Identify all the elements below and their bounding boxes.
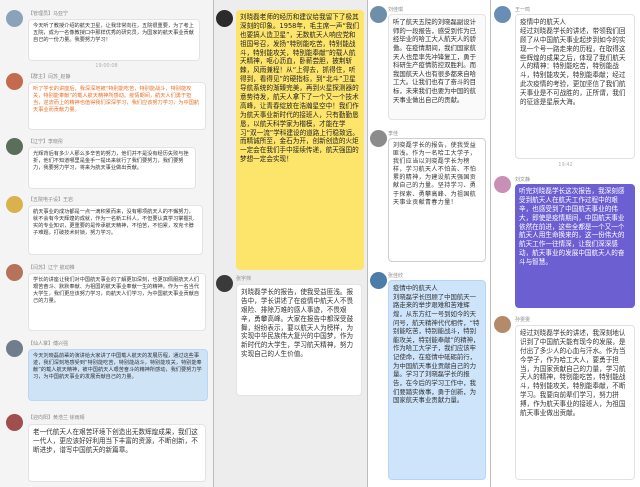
avatar[interactable] bbox=[6, 196, 23, 213]
avatar[interactable] bbox=[216, 10, 233, 27]
chat-message: 张宇帅 刘晓磊学长的报告，使我受益匪浅。报告中，学长讲述了在疫情中航天人不畏艰险… bbox=[214, 273, 367, 483]
sender-name: 李佳 bbox=[388, 131, 399, 137]
message-bubble: 今天听了教授介绍的航天卫星，让我非常向往，五院很重要，为了考上五院，成为一名像教… bbox=[28, 19, 200, 61]
chat-message: 【五院电子设】王岩 航天事业的成功都是一点一滴积累而来，没有哪项航天人的不懈努力… bbox=[0, 194, 213, 258]
message-bubble: 老一代航天人在艰苦环境下创造出无数辉煌成果，我们这一代人，更应该好好利用当下丰富… bbox=[28, 424, 206, 482]
chat-panel-4[interactable]: 王一鸣 疫情中的航天人 经过刘晓磊学长的讲述，带领我们回顾了从中国航天事业起步到… bbox=[491, 0, 640, 487]
sender-name: 孙雯雯 bbox=[515, 317, 531, 323]
message-bubble: 听完刘晓磊学长这次报告，我深刻感受到航天人在航天工作过程中的艰辛，也感受到了中国… bbox=[515, 184, 635, 308]
avatar[interactable] bbox=[494, 316, 511, 333]
sender-name: 张宇帅 bbox=[236, 276, 252, 282]
chat-message: 【群主】闫苏_赵静 听了学长的讲座后，我深深地被“特别能吃苦，特别能战斗，特别能… bbox=[0, 71, 213, 131]
sender-name: 【仙人掌】傅兴强 bbox=[28, 341, 69, 347]
avatar[interactable] bbox=[6, 264, 23, 281]
avatar[interactable] bbox=[6, 138, 23, 155]
sender-name: 【辽宁】李晓彤 bbox=[28, 139, 64, 145]
chat-panel-3[interactable]: 刘佳琪 听了航天五院的刘晓磊副设计师的一段报告，感受到作为已经毕业的哈工大人航天… bbox=[368, 0, 490, 487]
chat-message: 孙雯雯 经过刘晓磊学长的讲述，我深刻地认识到了中国航天能有现今的发展，是付出了多… bbox=[491, 314, 640, 484]
chat-panel-1[interactable]: 【管理员】马亚宁 今天听了教授介绍的航天卫星，让我非常向往，五院很重要，为了考上… bbox=[0, 0, 213, 487]
sender-name: 王一鸣 bbox=[515, 7, 531, 13]
sender-name: 【迎向阳】黄浩兰 徐雨晴 bbox=[28, 415, 85, 421]
sender-name: 刘佳琪 bbox=[388, 7, 404, 13]
message-bubble: 疫情中的航天人 刘晓磊学长回顾了中国航天一路走来的举步艰难和苦难辉煌，从东方红一… bbox=[388, 280, 486, 480]
timestamp: 19:00:08 bbox=[95, 63, 118, 69]
avatar[interactable] bbox=[6, 10, 23, 27]
chat-message: 王一鸣 疫情中的航天人 经过刘晓磊学长的讲述，带领我们回顾了从中国航天事业起步到… bbox=[491, 2, 640, 164]
chat-message: 刘佳琪 听了航天五院的刘晓磊副设计师的一段报告，感受到作为已经毕业的哈工大人航天… bbox=[368, 2, 490, 122]
chat-message: 【闫苏】辽宁 航动推 学长的讲座让我们对中国航天事业的了解更加深刻，也更加佩服航… bbox=[0, 262, 213, 334]
avatar[interactable] bbox=[6, 73, 23, 90]
sender-name: 刘文静 bbox=[515, 177, 531, 183]
chat-panel-2[interactable]: 刘晓磊老师的经历和建议给我留下了极其深刻的印象。1958年，毛主席一声“我们也要… bbox=[214, 0, 367, 487]
sender-name: 【闫苏】辽宁 航动推 bbox=[28, 265, 75, 271]
sender-name: 张佳欣 bbox=[388, 273, 404, 279]
avatar[interactable] bbox=[6, 414, 23, 431]
chat-message: 【管理员】马亚宁 今天听了教授介绍的航天卫星，让我非常向往，五院很重要，为了考上… bbox=[0, 4, 213, 64]
chat-message: 刘晓磊老师的经历和建议给我留下了极其深刻的印象。1958年，毛主席一声“我们也要… bbox=[214, 2, 367, 272]
avatar[interactable] bbox=[370, 6, 387, 23]
avatar[interactable] bbox=[370, 130, 387, 147]
message-bubble: 航天事业的成功都是一点一滴积累而来，没有哪项航天人的不懈努力，就不会有今天辉煌的… bbox=[28, 205, 203, 255]
chat-message: 【迎向阳】黄浩兰 徐雨晴 老一代航天人在艰苦环境下创造出无数辉煌成果，我们这一代… bbox=[0, 410, 213, 484]
sender-name: 【管理员】马亚宁 bbox=[28, 11, 69, 17]
message-bubble: 刘晓磊学长的报告，使我受益匪浅。作为一名哈工大学子，我们应当以刘晓磊学长为榜样，… bbox=[388, 138, 486, 262]
message-bubble: 疫情中的航天人 经过刘晓磊学长的讲述，带领我们回顾了从中国航天事业起步到如今的实… bbox=[515, 14, 635, 159]
chat-message: 张佳欣 疫情中的航天人 刘晓磊学长回顾了中国航天一路走来的举步艰难和苦难辉煌，从… bbox=[368, 270, 490, 485]
message-bubble: 刘晓磊学长的报告，使我受益匪浅。报告中，学长讲述了在疫情中航天人不畏艰险、排除万… bbox=[236, 284, 362, 396]
message-bubble: 今天刘晓磊前辈的演讲给大家讲了中国载人航天的发展历程，通过这些事迹，我们深刻地感… bbox=[28, 349, 208, 401]
message-bubble: 听了学长的讲座后，我深深地被“特别能吃苦，特别能战斗，特别能攻关，特别能奉献”的… bbox=[28, 82, 206, 130]
sender-name: 【群主】闫苏_赵静 bbox=[28, 74, 71, 80]
chat-message: 【仙人掌】傅兴强 今天刘晓磊前辈的演讲给大家讲了中国载人航天的发展历程，通过这些… bbox=[0, 338, 213, 404]
timestamp: 19:42 bbox=[558, 162, 573, 168]
avatar[interactable] bbox=[494, 176, 511, 193]
avatar[interactable] bbox=[216, 275, 233, 292]
message-bubble: 光辉背后有多少人那么多辛苦的努力，他们并不是没有经历失败与挫折，他们不知道哪里是… bbox=[28, 147, 196, 189]
message-bubble: 学长的讲座让我们对中国航天事业的了解更加深刻，也更加佩服航天人们艰苦奋斗、默默奉… bbox=[28, 273, 206, 331]
message-bubble: 听了航天五院的刘晓磊副设计师的一段报告，感受到作为已经毕业的哈工大人航天人的骄傲… bbox=[388, 14, 486, 120]
avatar[interactable] bbox=[494, 6, 511, 23]
chat-message: 【辽宁】李晓彤 光辉背后有多少人那么多辛苦的努力，他们并不是没有经历失败与挫折，… bbox=[0, 136, 213, 194]
sender-name: 【五院电子设】王岩 bbox=[28, 197, 74, 203]
message-bubble: 刘晓磊老师的经历和建议给我留下了极其深刻的印象。1958年，毛主席一声“我们也要… bbox=[236, 10, 364, 270]
chat-message: 李佳 刘晓磊学长的报告，使我受益匪浅。作为一名哈工大学子，我们应当以刘晓磊学长为… bbox=[368, 126, 490, 266]
chat-message: 刘文静 听完刘晓磊学长这次报告，我深刻感受到航天人在航天工作过程中的艰辛，也感受… bbox=[491, 172, 640, 312]
avatar[interactable] bbox=[370, 272, 387, 289]
message-bubble: 经过刘晓磊学长的讲述，我深刻地认识到了中国航天能有现今的发展，是付出了多少人的心… bbox=[515, 325, 635, 480]
avatar[interactable] bbox=[6, 340, 23, 357]
